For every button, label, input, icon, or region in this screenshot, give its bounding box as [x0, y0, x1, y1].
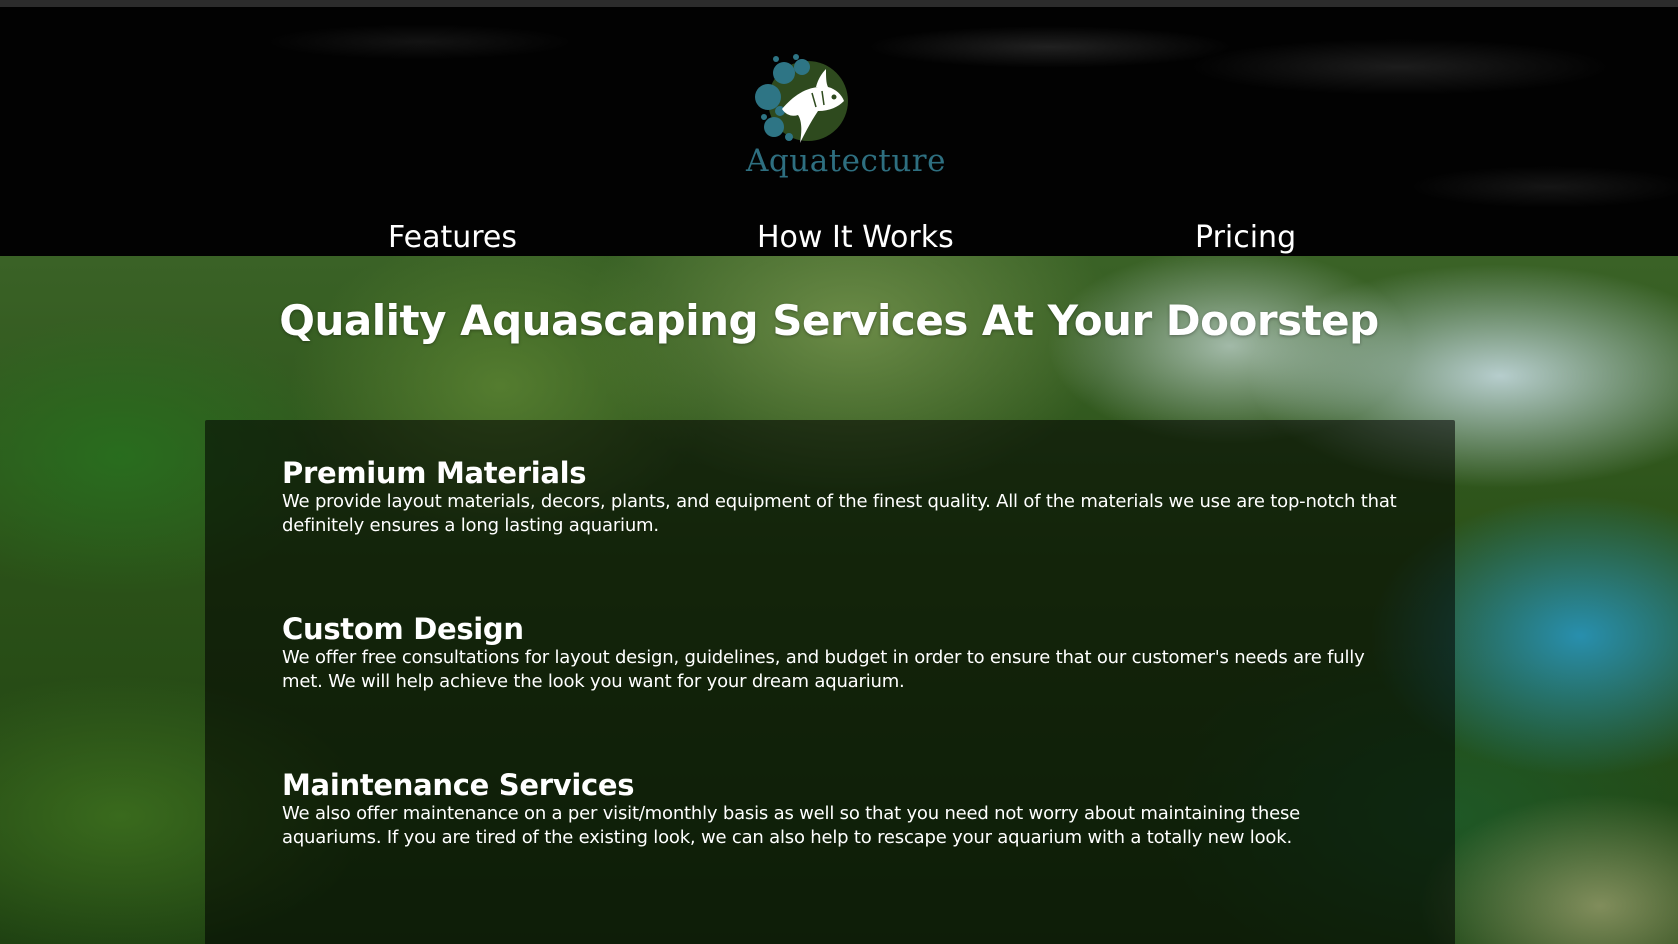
feature-description: We offer free consultations for layout d… [282, 647, 1365, 692]
feature-item: Custom Design We offer free consultation… [282, 612, 1402, 694]
feature-item: Maintenance Services We also offer maint… [282, 768, 1402, 850]
hero-section: Quality Aquascaping Services At Your Doo… [0, 256, 1678, 944]
hero-title: Quality Aquascaping Services At Your Doo… [279, 296, 1379, 345]
site-header: Aquatecture Features How It Works Pricin… [0, 7, 1678, 256]
brand-logo[interactable]: Aquatecture [746, 51, 946, 187]
feature-description: We provide layout materials, decors, pla… [282, 491, 1397, 536]
brand-name: Aquatecture [746, 143, 946, 179]
features-card: Premium Materials We provide layout mate… [205, 420, 1455, 944]
page: Aquatecture Features How It Works Pricin… [0, 0, 1678, 944]
feature-title: Premium Materials [282, 456, 587, 490]
angelfish-icon [755, 54, 848, 143]
feature-title: Maintenance Services [282, 768, 635, 802]
feature-item: Premium Materials We provide layout mate… [282, 456, 1402, 538]
top-border [0, 0, 1678, 7]
nav-link-how-it-works[interactable]: How It Works [757, 220, 954, 255]
feature-title: Custom Design [282, 612, 524, 646]
feature-description: We also offer maintenance on a per visit… [282, 803, 1301, 848]
nav-link-pricing[interactable]: Pricing [1195, 220, 1296, 255]
nav-link-features[interactable]: Features [388, 220, 517, 255]
